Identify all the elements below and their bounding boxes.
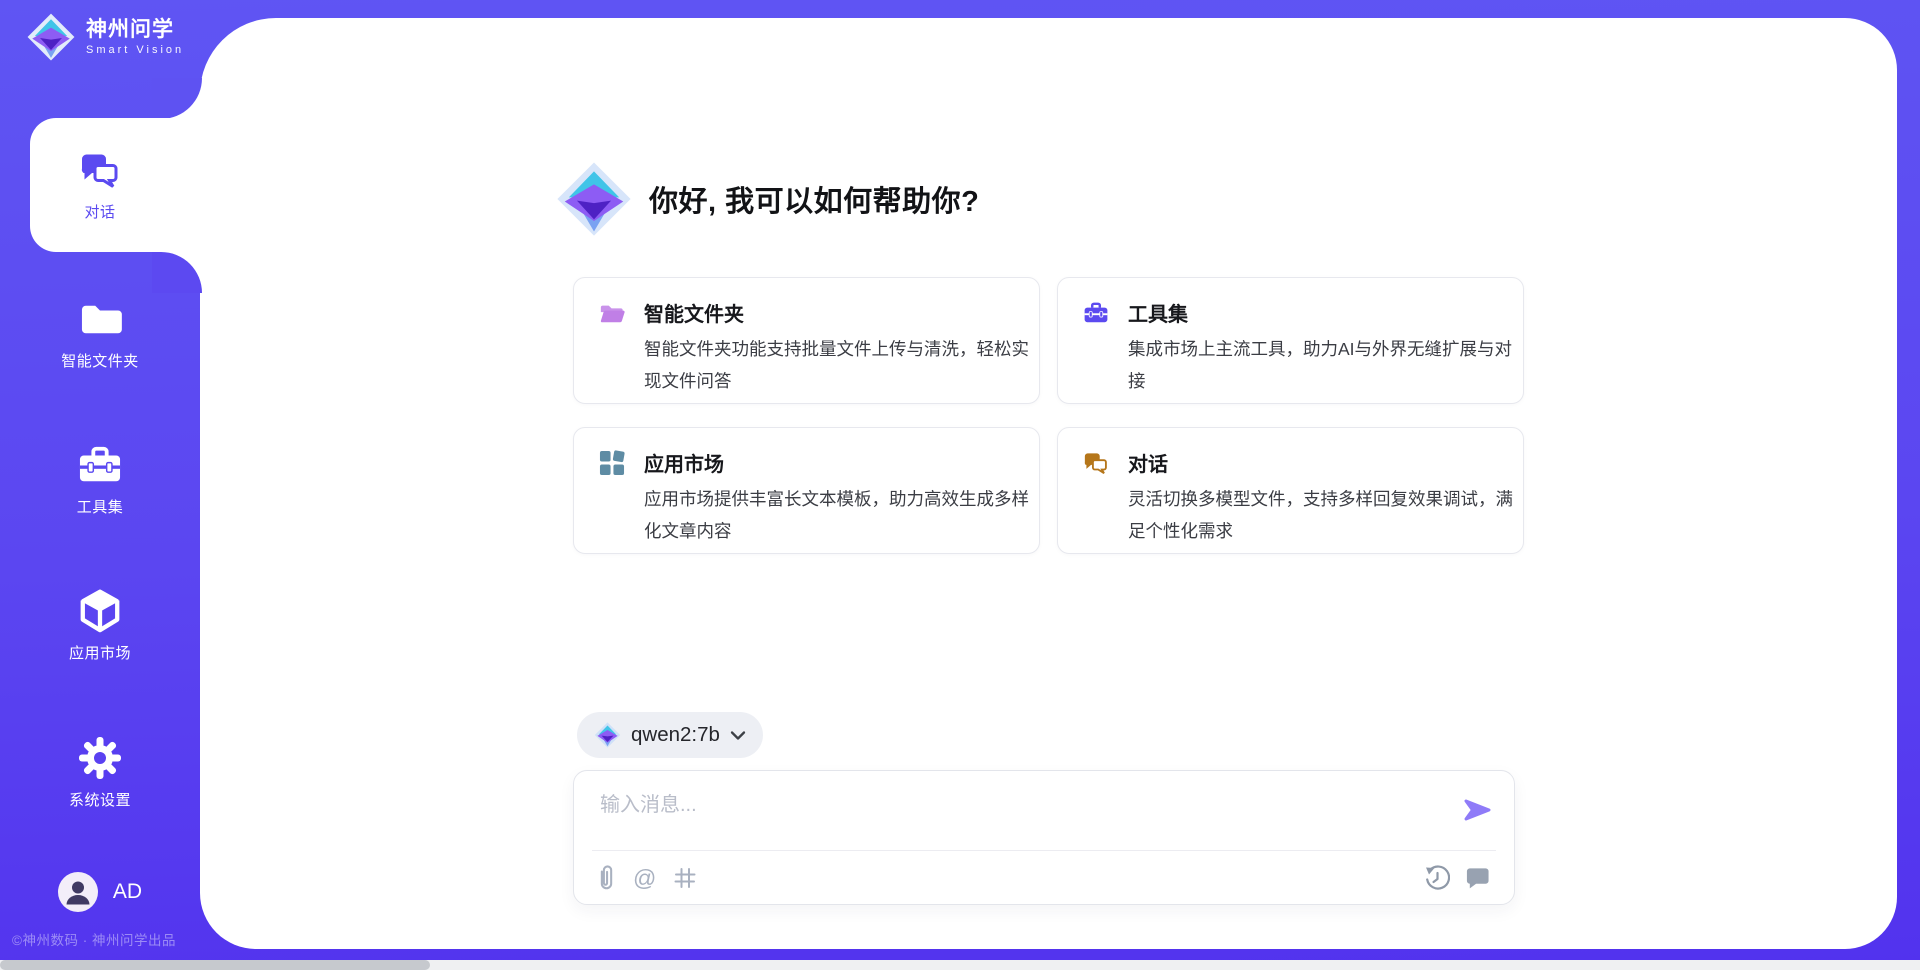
brand-diamond-icon bbox=[26, 12, 76, 62]
sidebar-item-app-market[interactable]: 应用市场 bbox=[0, 559, 200, 693]
card-app-market[interactable]: 应用市场 应用市场提供丰富长文本模板，助力高效生成多样化文章内容 bbox=[573, 427, 1040, 554]
brand-diamond-icon bbox=[594, 721, 621, 749]
sidebar-item-label: 应用市场 bbox=[69, 642, 131, 663]
card-title: 对话 bbox=[1128, 448, 1168, 477]
comment-icon[interactable] bbox=[1465, 866, 1490, 890]
card-description: 智能文件夹功能支持批量文件上传与清洗，轻松实现文件问答 bbox=[644, 334, 1036, 397]
card-chat[interactable]: 对话 灵活切换多模型文件，支持多样回复效果调试，满足个性化需求 bbox=[1057, 427, 1524, 554]
model-selector[interactable]: qwen2:7b bbox=[577, 712, 763, 758]
greeting-block: 你好, 我可以如何帮助你? bbox=[555, 158, 979, 240]
sidebar-item-label: 工具集 bbox=[77, 496, 124, 517]
composer-toolbar: @ bbox=[598, 861, 1490, 895]
card-title: 工具集 bbox=[1128, 298, 1188, 327]
toolbox-icon bbox=[77, 444, 123, 486]
chat-bubbles-icon bbox=[1083, 450, 1109, 476]
greeting-title: 你好, 我可以如何帮助你? bbox=[649, 178, 979, 220]
chat-bubbles-icon bbox=[77, 149, 123, 191]
brand-diamond-icon bbox=[555, 158, 633, 240]
hash-icon[interactable] bbox=[674, 867, 696, 889]
sidebar-item-toolset[interactable]: 工具集 bbox=[0, 413, 200, 547]
folder-open-icon bbox=[599, 300, 625, 326]
scrollbar-thumb[interactable] bbox=[0, 960, 430, 970]
card-description: 灵活切换多模型文件，支持多样回复效果调试，满足个性化需求 bbox=[1128, 484, 1520, 547]
horizontal-scrollbar bbox=[0, 960, 1920, 970]
brand-subtitle: Smart Vision bbox=[86, 44, 184, 56]
sidebar-item-label: 系统设置 bbox=[69, 789, 131, 810]
cube-icon bbox=[77, 590, 123, 632]
card-title: 应用市场 bbox=[644, 448, 724, 477]
user-initials: AD bbox=[113, 880, 142, 904]
sidebar-item-settings[interactable]: 系统设置 bbox=[0, 706, 200, 840]
app-grid-icon bbox=[599, 450, 625, 476]
sidebar-item-chat[interactable]: 对话 bbox=[0, 118, 200, 252]
card-toolset[interactable]: 工具集 集成市场上主流工具，助力AI与外界无缝扩展与对接 bbox=[1057, 277, 1524, 404]
gear-icon bbox=[77, 737, 123, 779]
message-input[interactable] bbox=[598, 786, 1428, 844]
sidebar-item-label: 对话 bbox=[84, 201, 115, 222]
brand-name: 神州问学 bbox=[86, 18, 184, 41]
card-smart-folder[interactable]: 智能文件夹 智能文件夹功能支持批量文件上传与清洗，轻松实现文件问答 bbox=[573, 277, 1040, 404]
brand-logo: 神州问学 Smart Vision bbox=[26, 12, 184, 62]
card-description: 应用市场提供丰富长文本模板，助力高效生成多样化文章内容 bbox=[644, 484, 1036, 547]
toolbox-icon bbox=[1083, 300, 1109, 326]
card-title: 智能文件夹 bbox=[644, 298, 744, 327]
send-icon[interactable] bbox=[1462, 795, 1492, 825]
chevron-down-icon bbox=[730, 730, 746, 741]
composer-divider bbox=[592, 850, 1496, 851]
person-icon bbox=[59, 873, 97, 911]
sidebar-item-label: 智能文件夹 bbox=[61, 350, 139, 371]
sidebar-footer: ©神州数码 · 神州问学出品 bbox=[12, 929, 176, 949]
sidebar-item-smart-folder[interactable]: 智能文件夹 bbox=[0, 267, 200, 401]
card-description: 集成市场上主流工具，助力AI与外界无缝扩展与对接 bbox=[1128, 334, 1520, 397]
feature-cards: 智能文件夹 智能文件夹功能支持批量文件上传与清洗，轻松实现文件问答 工具集 集成… bbox=[573, 277, 1524, 554]
app-window: 神州问学 Smart Vision 对话 智能文件夹 bbox=[0, 0, 1920, 970]
history-icon[interactable] bbox=[1424, 865, 1450, 891]
model-name: qwen2:7b bbox=[631, 723, 720, 747]
user-account[interactable]: AD bbox=[0, 872, 200, 912]
folder-icon bbox=[77, 298, 123, 340]
paperclip-icon[interactable] bbox=[598, 864, 615, 892]
at-icon[interactable]: @ bbox=[633, 867, 656, 890]
message-composer: @ bbox=[573, 770, 1515, 905]
avatar bbox=[58, 872, 98, 912]
